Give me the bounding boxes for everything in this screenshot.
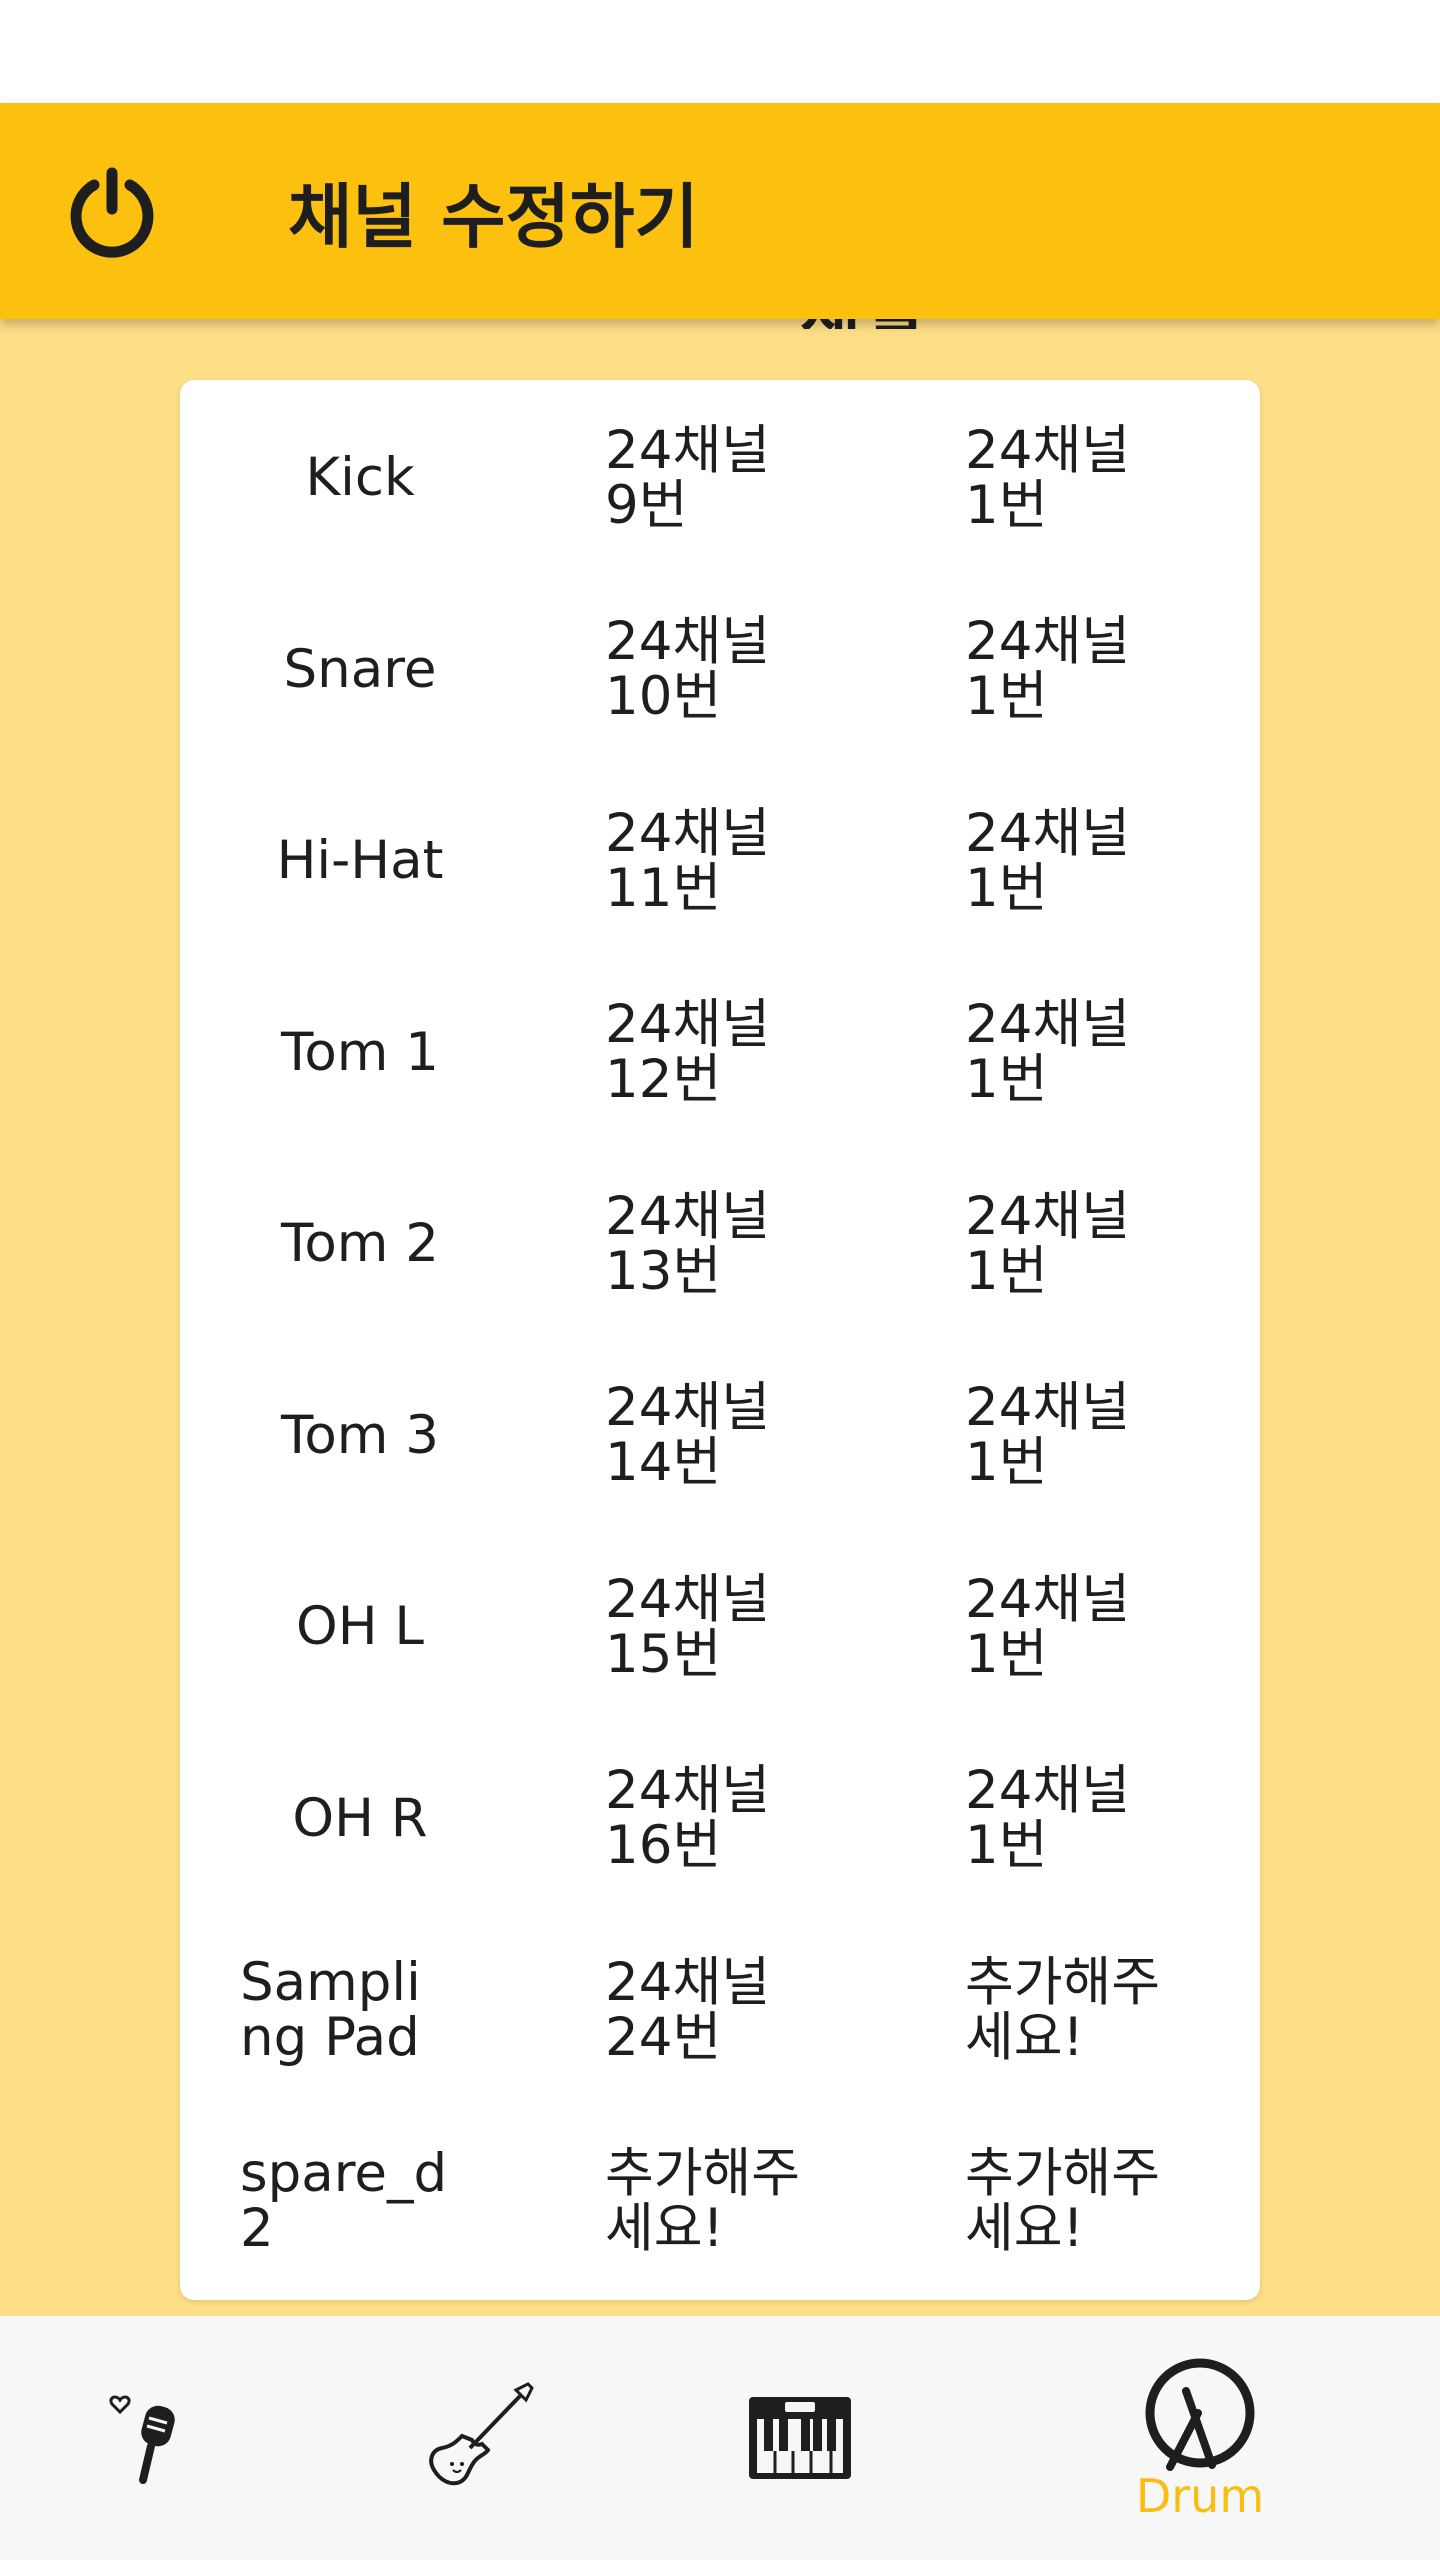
- channel-row-tom1: Tom 1 24채널 12번 24채널 1번: [180, 957, 1260, 1149]
- channel-name: Sampling Pad: [240, 1951, 421, 2068]
- channel-row-tom2: Tom 2 24채널 13번 24채널 1번: [180, 1148, 1260, 1340]
- channel-row-sampling-pad: Sampling Pad 24채널 24번 추가해주세요!: [180, 1914, 1260, 2106]
- guitar-icon: [429, 2382, 534, 2486]
- channel-main-value[interactable]: 24채널 10번: [605, 574, 825, 766]
- channel-main-value[interactable]: 24채널 9번: [605, 382, 825, 574]
- channel-sub-value[interactable]: 24채널 1번: [965, 574, 1195, 766]
- channel-name: Hi-Hat: [276, 830, 444, 892]
- nav-guitar[interactable]: [330, 2316, 630, 2560]
- channel-main-value[interactable]: 24채널 15번: [605, 1531, 825, 1723]
- channel-sub-value[interactable]: 추가해주세요!: [965, 1914, 1195, 2106]
- channel-row-oh-r: OH R 24채널 16번 24채널 1번: [180, 1723, 1260, 1915]
- channel-name: Tom 3: [281, 1404, 439, 1466]
- channel-main-value[interactable]: 24채널 16번: [605, 1723, 825, 1915]
- app-header: 채널 수정하기: [0, 103, 1440, 319]
- drum-icon: [1145, 2358, 1255, 2471]
- channel-row-spare-d2: spare_d2 추가해주세요! 추가해주세요!: [180, 2106, 1260, 2298]
- channel-main-value[interactable]: 24채널 14번: [605, 1340, 825, 1532]
- power-icon: [70, 167, 154, 258]
- nav-vocal[interactable]: [5, 2316, 305, 2560]
- channel-main-value[interactable]: 24채널 11번: [605, 765, 825, 957]
- channel-sub-value[interactable]: 24채널 1번: [965, 765, 1195, 957]
- channel-name: Tom 1: [281, 1021, 439, 1083]
- channel-sub-value[interactable]: 24채널 1번: [965, 957, 1195, 1149]
- channel-name: Kick: [305, 447, 415, 509]
- channel-row-snare: Snare 24채널 10번 24채널 1번: [180, 574, 1260, 766]
- channel-sub-value[interactable]: 24채널 1번: [965, 1531, 1195, 1723]
- channel-sub-value[interactable]: 24채널 1번: [965, 1723, 1195, 1915]
- channel-main-value[interactable]: 추가해주세요!: [605, 2106, 825, 2298]
- channel-list-card: Kick 24채널 9번 24채널 1번 Snare 24채널 10번 24채널…: [180, 380, 1260, 2300]
- microphone-icon: [109, 2395, 175, 2484]
- channel-name: OH R: [292, 1787, 428, 1849]
- nav-drum[interactable]: Drum: [1050, 2316, 1350, 2560]
- page-title: 채널 수정하기: [288, 175, 699, 258]
- power-button[interactable]: [60, 159, 164, 263]
- nav-drum-label: Drum: [1135, 2469, 1265, 2523]
- channel-row-oh-l: OH L 24채널 15번 24채널 1번: [180, 1531, 1260, 1723]
- channel-row-kick: Kick 24채널 9번 24채널 1번: [180, 382, 1260, 574]
- channel-sub-value[interactable]: 추가해주세요!: [965, 2106, 1195, 2298]
- channel-name: Snare: [283, 638, 437, 700]
- channel-sub-value[interactable]: 24채널 1번: [965, 1340, 1195, 1532]
- bottom-navigation: Drum: [0, 2316, 1440, 2560]
- channel-row-hihat: Hi-Hat 24채널 11번 24채널 1번: [180, 765, 1260, 957]
- channel-main-value[interactable]: 24채널 12번: [605, 957, 825, 1149]
- channel-sub-value[interactable]: 24채널 1번: [965, 1148, 1195, 1340]
- channel-sub-value[interactable]: 24채널 1번: [965, 382, 1195, 574]
- nav-keyboard[interactable]: [650, 2316, 950, 2560]
- channel-name: Tom 2: [281, 1213, 439, 1275]
- channel-row-tom3: Tom 3 24채널 14번 24채널 1번: [180, 1340, 1260, 1532]
- channel-main-value[interactable]: 24채널 13번: [605, 1148, 825, 1340]
- keyboard-icon: [749, 2397, 851, 2479]
- status-bar: [0, 0, 1440, 103]
- channel-name: OH L: [296, 1596, 424, 1658]
- channel-name: spare_d2: [240, 2143, 448, 2260]
- channel-main-value[interactable]: 24채널 24번: [605, 1914, 825, 2106]
